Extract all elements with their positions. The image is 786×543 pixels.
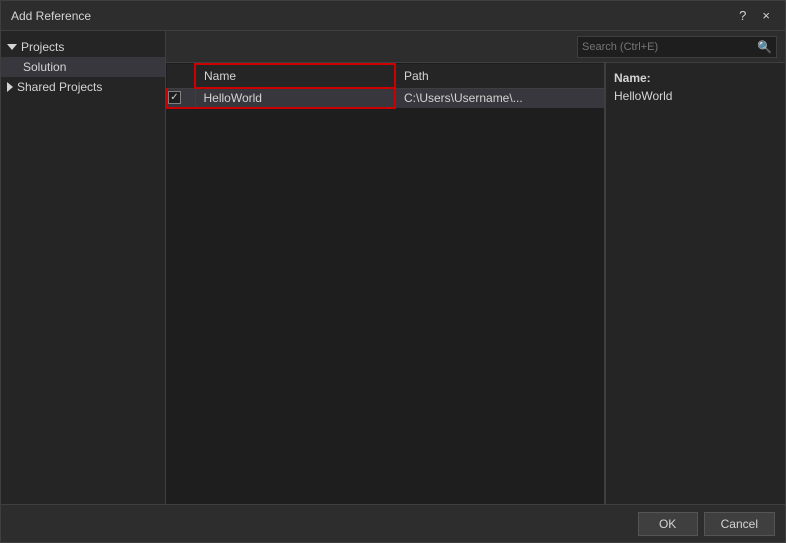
table-row[interactable]: ✓ HelloWorld C:\Users\Username\... xyxy=(167,88,604,108)
col-header-check xyxy=(167,64,195,88)
properties-name-value: HelloWorld xyxy=(614,89,777,103)
main-content: Projects Solution Shared Projects 🔍 xyxy=(1,31,785,504)
triangle-right-icon xyxy=(7,82,13,92)
reference-table: Name Path ✓ HelloWorld C:\Users\Username… xyxy=(166,63,604,109)
triangle-down-icon xyxy=(7,44,17,50)
help-button[interactable]: ? xyxy=(734,7,751,24)
footer: OK Cancel xyxy=(1,504,785,542)
sidebar-solution-label: Solution xyxy=(23,60,66,74)
table-area: Name Path ✓ HelloWorld C:\Users\Username… xyxy=(166,63,605,504)
search-icon-button[interactable]: 🔍 xyxy=(753,40,776,54)
sidebar-shared-projects-label: Shared Projects xyxy=(17,80,102,94)
row-checkbox-cell[interactable]: ✓ xyxy=(167,88,195,108)
sidebar-projects-header[interactable]: Projects xyxy=(1,37,165,57)
properties-panel: Name: HelloWorld xyxy=(605,63,785,504)
table-body: ✓ HelloWorld C:\Users\Username\... xyxy=(167,88,604,108)
add-reference-dialog: Add Reference ? × Projects Solution Shar… xyxy=(0,0,786,543)
row-path-cell: C:\Users\Username\... xyxy=(395,88,604,108)
row-name-cell: HelloWorld xyxy=(195,88,395,108)
title-bar-controls: ? × xyxy=(734,7,775,24)
table-header: Name Path xyxy=(167,64,604,88)
dialog-title: Add Reference xyxy=(11,9,91,23)
row-checkbox[interactable]: ✓ xyxy=(168,91,181,104)
search-icon: 🔍 xyxy=(757,40,772,54)
properties-name-label: Name: xyxy=(614,71,777,85)
sidebar-shared-projects-header[interactable]: Shared Projects xyxy=(1,77,165,97)
ok-button[interactable]: OK xyxy=(638,512,698,536)
search-box: 🔍 xyxy=(577,36,777,58)
title-bar: Add Reference ? × xyxy=(1,1,785,31)
right-panel: 🔍 xyxy=(166,31,785,504)
sidebar: Projects Solution Shared Projects xyxy=(1,31,166,504)
close-button[interactable]: × xyxy=(757,7,775,24)
cancel-button[interactable]: Cancel xyxy=(704,512,775,536)
search-input[interactable] xyxy=(578,41,753,53)
content-area: Name Path ✓ HelloWorld C:\Users\Username… xyxy=(166,63,785,504)
col-header-name: Name xyxy=(195,64,395,88)
col-header-path: Path xyxy=(395,64,604,88)
sidebar-projects-label: Projects xyxy=(21,40,64,54)
sidebar-item-solution[interactable]: Solution xyxy=(1,57,165,77)
top-bar: 🔍 xyxy=(166,31,785,63)
